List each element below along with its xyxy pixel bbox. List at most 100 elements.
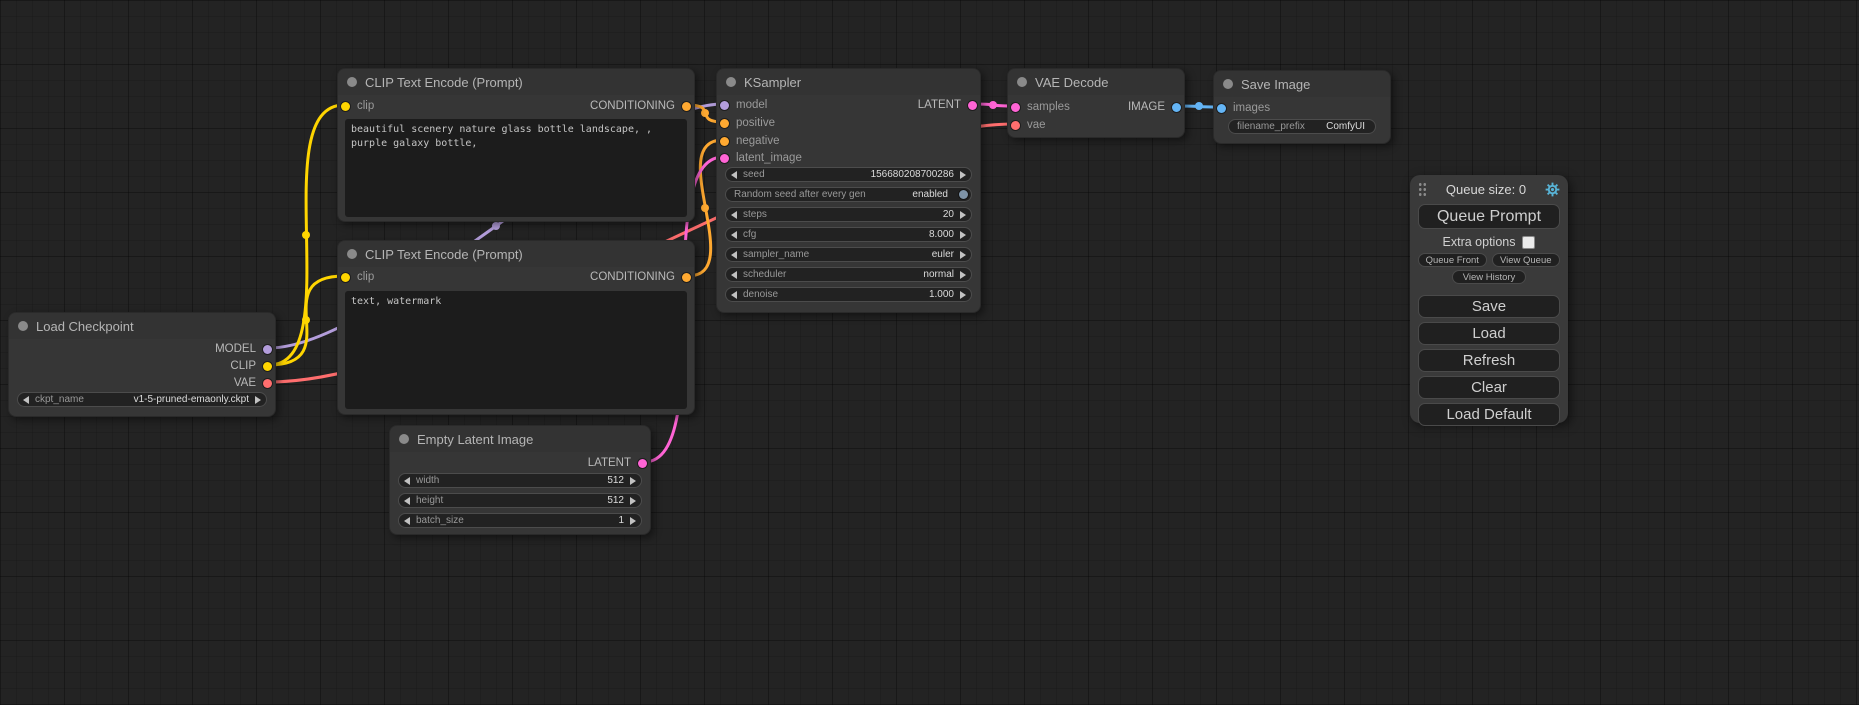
input-slot-clip[interactable]: clip bbox=[341, 269, 374, 285]
input-slot-samples[interactable]: samples bbox=[1011, 99, 1070, 115]
output-dot-conditioning[interactable] bbox=[682, 273, 691, 282]
decrement-arrow-icon[interactable] bbox=[731, 291, 737, 299]
decrement-arrow-icon[interactable] bbox=[731, 171, 737, 179]
widget-batch-size[interactable]: batch_size 1 bbox=[398, 513, 642, 528]
input-dot-positive[interactable] bbox=[720, 119, 729, 128]
settings-gear-icon[interactable] bbox=[1545, 182, 1560, 197]
node-title-bar[interactable]: Empty Latent Image bbox=[390, 426, 650, 452]
input-dot-vae[interactable] bbox=[1011, 121, 1020, 130]
decrement-arrow-icon[interactable] bbox=[731, 251, 737, 259]
load-default-button[interactable]: Load Default bbox=[1418, 403, 1560, 426]
clear-button[interactable]: Clear bbox=[1418, 376, 1560, 399]
increment-arrow-icon[interactable] bbox=[960, 291, 966, 299]
output-dot-model[interactable] bbox=[263, 345, 272, 354]
extra-options-checkbox[interactable] bbox=[1522, 236, 1535, 249]
node-title-bar[interactable]: CLIP Text Encode (Prompt) bbox=[338, 241, 694, 267]
save-button[interactable]: Save bbox=[1418, 295, 1560, 318]
widget-sampler-name[interactable]: sampler_name euler bbox=[725, 247, 972, 262]
node-clip-text-encode-positive[interactable]: CLIP Text Encode (Prompt) clip CONDITION… bbox=[337, 68, 695, 222]
widget-scheduler[interactable]: scheduler normal bbox=[725, 267, 972, 282]
input-dot-clip[interactable] bbox=[341, 102, 350, 111]
input-dot-clip[interactable] bbox=[341, 273, 350, 282]
output-slot-conditioning[interactable]: CONDITIONING bbox=[590, 269, 691, 285]
output-slot-image[interactable]: IMAGE bbox=[1128, 99, 1181, 115]
input-slot-negative[interactable]: negative bbox=[720, 133, 779, 149]
widget-filename-prefix[interactable]: filename_prefix ComfyUI bbox=[1228, 119, 1376, 134]
output-slot-latent[interactable]: LATENT bbox=[918, 97, 977, 113]
output-dot-clip[interactable] bbox=[263, 362, 272, 371]
collapse-dot-icon[interactable] bbox=[1223, 79, 1233, 89]
output-slot-vae[interactable]: VAE bbox=[234, 375, 272, 391]
widget-steps[interactable]: steps 20 bbox=[725, 207, 972, 222]
widget-height[interactable]: height 512 bbox=[398, 493, 642, 508]
collapse-dot-icon[interactable] bbox=[18, 321, 28, 331]
increment-arrow-icon[interactable] bbox=[960, 211, 966, 219]
output-slot-latent[interactable]: LATENT bbox=[588, 455, 647, 471]
output-slot-model[interactable]: MODEL bbox=[215, 341, 272, 357]
input-dot-latent-image[interactable] bbox=[720, 154, 729, 163]
decrement-arrow-icon[interactable] bbox=[404, 517, 410, 525]
node-title-bar[interactable]: Load Checkpoint bbox=[9, 313, 275, 339]
prompt-textarea[interactable]: beautiful scenery nature glass bottle la… bbox=[345, 119, 687, 217]
input-slot-latent-image[interactable]: latent_image bbox=[720, 150, 802, 166]
decrement-arrow-icon[interactable] bbox=[731, 231, 737, 239]
output-slot-clip[interactable]: CLIP bbox=[230, 358, 272, 374]
decrement-arrow-icon[interactable] bbox=[404, 497, 410, 505]
collapse-dot-icon[interactable] bbox=[347, 77, 357, 87]
input-slot-model[interactable]: model bbox=[720, 97, 767, 113]
decrement-arrow-icon[interactable] bbox=[404, 477, 410, 485]
collapse-dot-icon[interactable] bbox=[399, 434, 409, 444]
node-load-checkpoint[interactable]: Load Checkpoint MODEL CLIP VAE ckpt_name… bbox=[8, 312, 276, 417]
widget-denoise[interactable]: denoise 1.000 bbox=[725, 287, 972, 302]
input-slot-vae[interactable]: vae bbox=[1011, 117, 1046, 133]
output-dot-latent[interactable] bbox=[638, 459, 647, 468]
collapse-dot-icon[interactable] bbox=[726, 77, 736, 87]
node-empty-latent-image[interactable]: Empty Latent Image LATENT width 512 heig… bbox=[389, 425, 651, 535]
output-dot-vae[interactable] bbox=[263, 379, 272, 388]
widget-cfg[interactable]: cfg 8.000 bbox=[725, 227, 972, 242]
increment-arrow-icon[interactable] bbox=[960, 231, 966, 239]
collapse-dot-icon[interactable] bbox=[347, 249, 357, 259]
output-dot-conditioning[interactable] bbox=[682, 102, 691, 111]
node-ksampler[interactable]: KSampler model positive negative latent_… bbox=[716, 68, 981, 313]
input-dot-negative[interactable] bbox=[720, 137, 729, 146]
collapse-dot-icon[interactable] bbox=[1017, 77, 1027, 87]
decrement-arrow-icon[interactable] bbox=[731, 271, 737, 279]
widget-width[interactable]: width 512 bbox=[398, 473, 642, 488]
input-slot-clip[interactable]: clip bbox=[341, 98, 374, 114]
output-dot-image[interactable] bbox=[1172, 103, 1181, 112]
widget-random-seed-toggle[interactable]: Random seed after every gen enabled bbox=[725, 187, 972, 202]
queue-front-button[interactable]: Queue Front bbox=[1418, 253, 1487, 267]
increment-arrow-icon[interactable] bbox=[630, 497, 636, 505]
input-slot-images[interactable]: images bbox=[1217, 100, 1270, 116]
input-slot-positive[interactable]: positive bbox=[720, 115, 775, 131]
increment-arrow-icon[interactable] bbox=[960, 171, 966, 179]
increment-arrow-icon[interactable] bbox=[630, 517, 636, 525]
node-clip-text-encode-negative[interactable]: CLIP Text Encode (Prompt) clip CONDITION… bbox=[337, 240, 695, 415]
queue-prompt-button[interactable]: Queue Prompt bbox=[1418, 204, 1560, 229]
prompt-textarea[interactable]: text, watermark bbox=[345, 291, 687, 409]
node-vae-decode[interactable]: VAE Decode samples vae IMAGE bbox=[1007, 68, 1185, 138]
input-dot-samples[interactable] bbox=[1011, 103, 1020, 112]
increment-arrow-icon[interactable] bbox=[960, 271, 966, 279]
increment-arrow-icon[interactable] bbox=[255, 396, 261, 404]
node-title-bar[interactable]: CLIP Text Encode (Prompt) bbox=[338, 69, 694, 95]
view-queue-button[interactable]: View Queue bbox=[1492, 253, 1561, 267]
output-slot-conditioning[interactable]: CONDITIONING bbox=[590, 98, 691, 114]
node-graph-canvas[interactable]: Load Checkpoint MODEL CLIP VAE ckpt_name… bbox=[0, 0, 1859, 705]
increment-arrow-icon[interactable] bbox=[630, 477, 636, 485]
toggle-knob[interactable] bbox=[959, 190, 968, 199]
increment-arrow-icon[interactable] bbox=[960, 251, 966, 259]
decrement-arrow-icon[interactable] bbox=[731, 211, 737, 219]
input-dot-images[interactable] bbox=[1217, 104, 1226, 113]
output-dot-latent[interactable] bbox=[968, 101, 977, 110]
node-title-bar[interactable]: Save Image bbox=[1214, 71, 1390, 97]
widget-seed[interactable]: seed 156680208700286 bbox=[725, 167, 972, 182]
view-history-button[interactable]: View History bbox=[1452, 270, 1526, 284]
input-dot-model[interactable] bbox=[720, 101, 729, 110]
node-title-bar[interactable]: VAE Decode bbox=[1008, 69, 1184, 95]
widget-ckpt-name[interactable]: ckpt_name v1-5-pruned-emaonly.ckpt bbox=[17, 392, 267, 407]
load-button[interactable]: Load bbox=[1418, 322, 1560, 345]
decrement-arrow-icon[interactable] bbox=[23, 396, 29, 404]
drag-handle-icon[interactable] bbox=[1418, 182, 1427, 197]
